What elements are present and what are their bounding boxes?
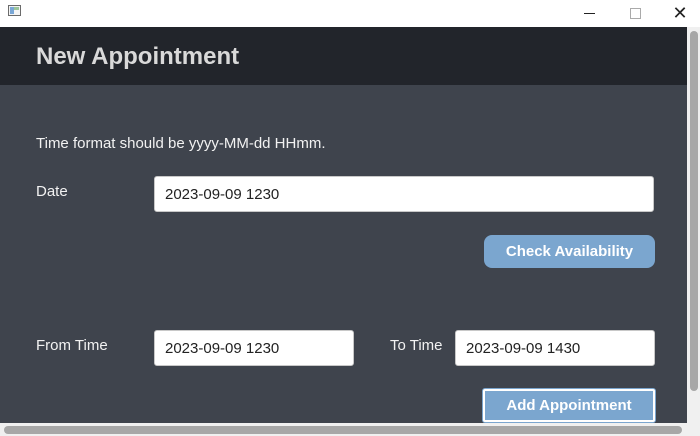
window-titlebar: ✕ [0, 0, 700, 27]
maximize-button[interactable] [612, 0, 658, 27]
add-appointment-button[interactable]: Add Appointment [483, 389, 655, 422]
horizontal-scrollbar[interactable] [0, 423, 687, 436]
scrollbar-corner [687, 423, 700, 436]
to-time-label: To Time [390, 337, 443, 354]
vertical-scrollbar[interactable] [687, 27, 700, 423]
date-label: Date [36, 183, 68, 200]
app-window-icon [8, 5, 21, 16]
minimize-icon [583, 13, 595, 14]
time-format-hint: Time format should be yyyy-MM-dd HHmm. [36, 135, 326, 152]
form-panel: New Appointment Time format should be yy… [0, 27, 687, 423]
to-time-input[interactable] [455, 330, 655, 366]
page-title: New Appointment [36, 43, 240, 70]
close-icon: ✕ [672, 3, 688, 23]
from-time-label: From Time [36, 337, 108, 354]
header-bar: New Appointment [0, 27, 687, 85]
check-availability-button[interactable]: Check Availability [484, 235, 655, 268]
horizontal-scroll-thumb[interactable] [4, 426, 682, 434]
close-button[interactable]: ✕ [657, 0, 700, 27]
maximize-icon [629, 8, 641, 19]
from-time-input[interactable] [154, 330, 354, 366]
date-input[interactable] [154, 176, 654, 212]
minimize-button[interactable] [566, 0, 612, 27]
vertical-scroll-thumb[interactable] [690, 31, 698, 391]
